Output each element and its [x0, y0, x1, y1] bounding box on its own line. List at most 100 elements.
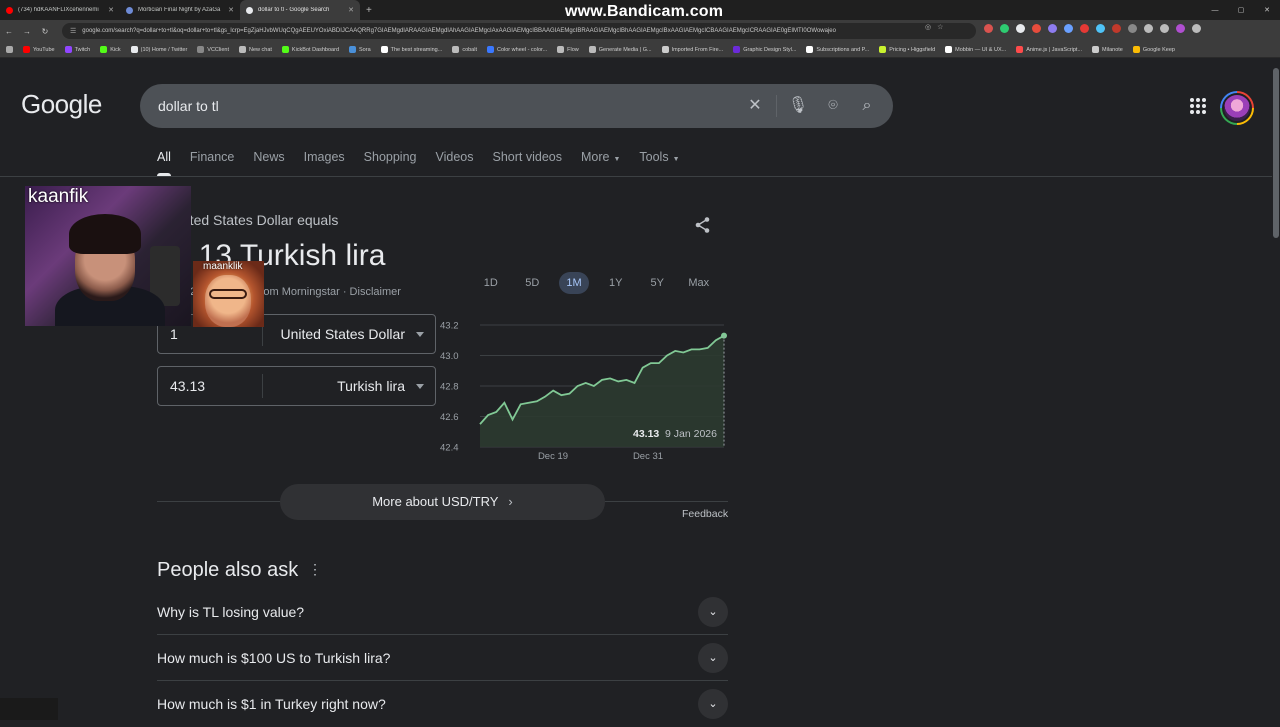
- close-tab-icon[interactable]: ✕: [108, 6, 114, 14]
- apps-shortcut-icon[interactable]: [6, 46, 13, 53]
- new-tab-button[interactable]: +: [366, 5, 372, 16]
- bookmark-item[interactable]: (10) Home / Twitter: [131, 46, 188, 53]
- tab-images[interactable]: Images: [304, 150, 345, 176]
- range-1d[interactable]: 1D: [470, 272, 512, 294]
- microphone-icon[interactable]: 🎙: [787, 95, 809, 117]
- address-bar[interactable]: ☰ google.com/search?q=dollar+to+tl&oq=do…: [62, 23, 976, 39]
- bookmark-item[interactable]: Generate Media | G...: [589, 46, 652, 53]
- extension-icon[interactable]: [984, 24, 993, 33]
- menu-dots-icon[interactable]: [1192, 24, 1201, 33]
- range-1y[interactable]: 1Y: [595, 272, 637, 294]
- bookmark-item[interactable]: Color wheel - color...: [487, 46, 547, 53]
- bookmark-item[interactable]: Milanote: [1092, 46, 1123, 53]
- bookmark-item[interactable]: Subscriptions and P...: [806, 46, 869, 53]
- paa-question[interactable]: How much is $1 in Turkey right now? ⌄: [157, 681, 728, 727]
- scrollbar-thumb[interactable]: [1273, 68, 1279, 238]
- close-tab-icon[interactable]: ✕: [228, 6, 234, 14]
- tab-news[interactable]: News: [253, 150, 284, 176]
- bookmark-item[interactable]: cobalt: [452, 46, 477, 53]
- extension-icon[interactable]: [1064, 24, 1073, 33]
- range-5d[interactable]: 5D: [512, 272, 554, 294]
- extension-icon[interactable]: [1032, 24, 1041, 33]
- clear-icon[interactable]: ✕: [744, 95, 766, 117]
- browser-tab[interactable]: (734) hdKAANFLIXcehennemi ✕: [0, 0, 120, 20]
- browser-tab-active[interactable]: dollar to tl - Google Search ✕: [240, 0, 360, 20]
- tab-finance[interactable]: Finance: [190, 150, 234, 176]
- chevron-down-icon[interactable]: ⌄: [698, 597, 728, 627]
- extension-icon[interactable]: [1112, 24, 1121, 33]
- browser-tab[interactable]: Mortician Final Night by AzaGa ✕: [120, 0, 240, 20]
- window-controls: — ▢ ✕: [1202, 0, 1280, 20]
- close-window-icon[interactable]: ✕: [1254, 6, 1280, 14]
- tab-shopping[interactable]: Shopping: [364, 150, 417, 176]
- bookmark-item[interactable]: Twitch: [65, 46, 91, 53]
- site-info-icon[interactable]: ☰: [70, 27, 76, 35]
- back-arrow-icon[interactable]: ←: [0, 27, 18, 36]
- bookmark-item[interactable]: Flow: [557, 46, 579, 53]
- feedback-link[interactable]: Feedback: [682, 508, 728, 520]
- bookmark-item[interactable]: KickBot Dashboard: [282, 46, 339, 53]
- search-box[interactable]: dollar to tl ✕ 🎙 ⌾ ⌕: [140, 84, 893, 128]
- converter-result: 43.13 Turkish lira: [157, 239, 385, 273]
- tab-more[interactable]: More▼: [581, 150, 620, 176]
- from-currency-select[interactable]: United States Dollar: [263, 326, 435, 342]
- maximize-icon[interactable]: ▢: [1228, 6, 1254, 14]
- google-logo[interactable]: Google: [21, 89, 102, 120]
- bookmark-item[interactable]: Google Keep: [1133, 46, 1175, 53]
- bookmark-item[interactable]: Mobbin — UI & UX...: [945, 46, 1006, 53]
- range-5y[interactable]: 5Y: [637, 272, 679, 294]
- paa-question[interactable]: How much is $100 US to Turkish lira? ⌄: [157, 635, 728, 681]
- bookmark-item[interactable]: VCClient: [197, 46, 229, 53]
- search-input[interactable]: dollar to tl: [158, 98, 219, 114]
- more-about-button[interactable]: More about USD/TRY›: [280, 484, 605, 520]
- bookmark-item[interactable]: Anime.js | JavaScript...: [1016, 46, 1082, 53]
- extension-icon[interactable]: [1016, 24, 1025, 33]
- download-icon[interactable]: [1144, 24, 1153, 33]
- bookmark-item[interactable]: Sora: [349, 46, 371, 53]
- account-avatar[interactable]: [1220, 91, 1254, 125]
- tab-tools[interactable]: Tools▼: [639, 150, 679, 176]
- forward-arrow-icon[interactable]: →: [18, 27, 36, 36]
- sidepanel-icon[interactable]: [1160, 24, 1169, 33]
- bookmark-item[interactable]: The best streaming...: [381, 46, 443, 53]
- extension-icon[interactable]: [1048, 24, 1057, 33]
- bookmark-item[interactable]: Imported From Fire...: [662, 46, 724, 53]
- paa-question[interactable]: Why is TL losing value? ⌄: [157, 589, 728, 635]
- reload-icon[interactable]: ↻: [36, 27, 54, 36]
- range-max[interactable]: Max: [678, 272, 720, 294]
- tab-videos[interactable]: Videos: [435, 150, 473, 176]
- close-tab-icon[interactable]: ✕: [348, 6, 354, 14]
- bookmark-favicon-icon: [662, 46, 669, 53]
- chevron-down-icon[interactable]: ⌄: [698, 643, 728, 673]
- google-apps-icon[interactable]: [1190, 98, 1206, 114]
- to-currency-select[interactable]: Turkish lira: [263, 378, 435, 394]
- paa-question-text: How much is $1 in Turkey right now?: [157, 696, 386, 712]
- bookmark-label: Google Keep: [1143, 47, 1175, 53]
- share-icon[interactable]: [694, 216, 712, 239]
- bookmark-item[interactable]: Pricing • Higgsfield: [879, 46, 935, 53]
- lens-camera-icon[interactable]: ⌾: [822, 95, 844, 117]
- extension-icon[interactable]: [1096, 24, 1105, 33]
- tab-all[interactable]: All: [157, 150, 171, 176]
- profile-avatar-icon[interactable]: [1176, 24, 1185, 33]
- extension-icon[interactable]: [1080, 24, 1089, 33]
- bookmark-label: Sora: [359, 47, 371, 53]
- extension-icon[interactable]: [1000, 24, 1009, 33]
- bookmark-item[interactable]: Kick: [100, 46, 120, 53]
- tab-label: Shopping: [364, 150, 417, 164]
- tab-short-videos[interactable]: Short videos: [492, 150, 561, 176]
- range-1m[interactable]: 1M: [559, 272, 589, 294]
- more-options-icon[interactable]: ⋮: [308, 561, 322, 578]
- page-scrollbar[interactable]: [1272, 58, 1280, 720]
- location-icon[interactable]: ◎: [925, 23, 931, 31]
- bookmark-item[interactable]: New chat: [239, 46, 272, 53]
- bookmark-item[interactable]: YouTube: [23, 46, 55, 53]
- bookmark-star-icon[interactable]: ☆: [937, 23, 943, 31]
- minimize-icon[interactable]: —: [1202, 7, 1228, 14]
- search-divider: [776, 95, 777, 117]
- to-amount-input[interactable]: 43.13: [158, 374, 263, 398]
- search-icon[interactable]: ⌕: [856, 95, 878, 117]
- chevron-down-icon[interactable]: ⌄: [698, 689, 728, 719]
- bookmark-item[interactable]: Graphic Design Styl...: [733, 46, 796, 53]
- extensions-puzzle-icon[interactable]: [1128, 24, 1137, 33]
